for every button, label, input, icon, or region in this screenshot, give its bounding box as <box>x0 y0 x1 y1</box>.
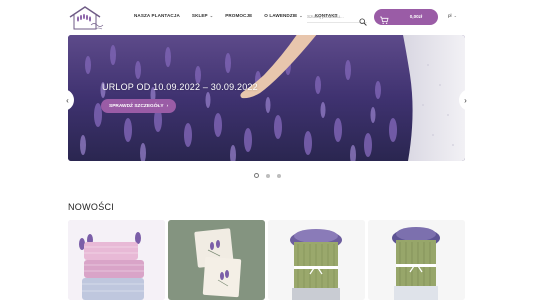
cart-icon <box>379 12 389 24</box>
nav-item-promocje[interactable]: PROMOCJE <box>225 13 252 18</box>
slider-dot[interactable] <box>254 173 259 178</box>
search-icon[interactable] <box>359 13 367 26</box>
logo[interactable] <box>67 4 111 33</box>
chevron-right-icon: › <box>464 95 467 105</box>
hero-title: URLOP OD 10.09.2022 – 30.09.2022 <box>102 82 258 92</box>
nav-item-nasza-plantacja[interactable]: NASZA PLANTACJA <box>134 13 180 18</box>
lavender-pillows-image <box>68 220 165 300</box>
product-card[interactable] <box>68 220 165 300</box>
hero-details-button[interactable]: SPRAWDŹ SZCZEGÓŁY › <box>101 99 177 113</box>
site-header: NASZA PLANTACJA SKLEP ⌄ PROMOCJE O LAWEN… <box>0 0 533 35</box>
lavender-sachets-image <box>168 220 265 300</box>
nav-item-label: PROMOCJE <box>225 13 253 18</box>
lavender-bunch-image <box>368 220 465 300</box>
page: NASZA PLANTACJA SKLEP ⌄ PROMOCJE O LAWEN… <box>0 0 533 300</box>
chevron-down-icon: ⌄ <box>299 13 303 18</box>
hero-button-label: SPRAWDŹ SZCZEGÓŁY <box>109 103 164 109</box>
hero-image <box>68 35 465 161</box>
lavender-bunch-image <box>268 220 365 300</box>
nav-item-sklep[interactable]: SKLEP ⌄ <box>192 13 213 18</box>
chevron-left-icon: ‹ <box>66 95 69 105</box>
nav-item-label: SKLEP <box>191 13 208 18</box>
chevron-down-icon: ⌄ <box>209 13 214 18</box>
slider-dot[interactable] <box>266 173 270 178</box>
nav-item-o-lawendzie[interactable]: O LAWENDZIE ⌄ <box>264 13 302 18</box>
product-card[interactable] <box>168 220 265 300</box>
language-current: pl <box>448 13 452 18</box>
search-input[interactable] <box>307 14 355 19</box>
product-card[interactable] <box>368 220 465 300</box>
search-box <box>307 11 367 26</box>
nav-item-label: NASZA PLANTACJA <box>134 13 180 18</box>
chevron-right-icon: › <box>166 103 169 109</box>
slider-dot[interactable] <box>277 173 281 178</box>
language-selector[interactable]: pl ⌄ <box>448 13 457 18</box>
cart-button[interactable]: 0,00zł <box>374 9 438 25</box>
product-card[interactable] <box>268 220 365 300</box>
cart-amount: 0,00zł <box>409 14 423 19</box>
slider-pagination <box>254 173 281 178</box>
chevron-down-icon: ⌄ <box>453 13 457 18</box>
section-title: NOWOŚCI <box>68 202 115 212</box>
nav-item-label: O LAWENDZIE <box>264 13 298 18</box>
hero-slider: URLOP OD 10.09.2022 – 30.09.2022 SPRAWDŹ… <box>68 35 465 161</box>
